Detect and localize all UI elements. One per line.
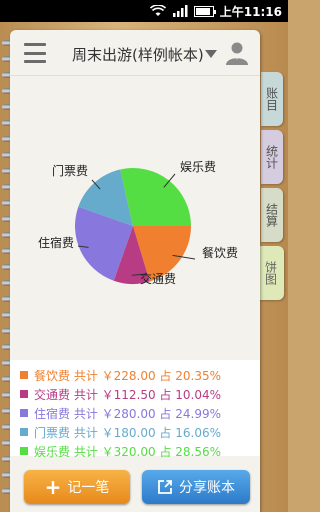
battery-icon (193, 5, 216, 17)
share-button[interactable]: 分享账本 (142, 470, 250, 504)
legend-swatch (20, 428, 28, 436)
legend-swatch (20, 371, 28, 379)
share-icon (158, 480, 172, 494)
tab-statistics[interactable]: 统计 (261, 130, 283, 184)
pie-slice-label: 住宿费 (38, 235, 74, 250)
summary-row-text: 娱乐费 共计 ￥320.00 占 28.56% (34, 444, 222, 459)
summary-row: 餐饮费 共计 ￥228.00 占 20.35% (20, 366, 221, 384)
tab-settlement[interactable]: 结算 (261, 188, 283, 242)
summary-row: 门票费 共计 ￥180.00 占 16.06% (20, 423, 221, 441)
book-title[interactable]: 周末出游(样例帐本) (72, 44, 204, 65)
legend-swatch (20, 390, 28, 398)
summary-row-text: 门票费 共计 ￥180.00 占 16.06% (34, 425, 222, 440)
menu-icon[interactable] (24, 43, 46, 63)
summary-row: 娱乐费 共计 ￥320.00 占 28.56% (20, 442, 221, 460)
pie-slice-label: 门票费 (52, 163, 88, 178)
user-icon[interactable] (224, 40, 250, 66)
page-header: 周末出游(样例帐本) (10, 30, 260, 76)
wifi-icon (149, 5, 166, 16)
tab-pie-chart[interactable]: 饼图 (258, 246, 284, 300)
pie-slice-label: 交通费 (140, 271, 176, 286)
status-time: 上午11:16 (219, 4, 282, 19)
summary-row: 交通费 共计 ￥112.50 占 10.04% (20, 385, 221, 403)
record-button[interactable]: + 记一笔 (24, 470, 130, 504)
status-bar: 上午11:16 (0, 0, 288, 22)
chevron-down-icon[interactable] (205, 50, 217, 58)
record-button-label: 记一笔 (67, 480, 110, 496)
pie-slice-label: 餐饮费 (202, 245, 238, 260)
tab-accounts[interactable]: 账目 (261, 72, 283, 126)
notebook-page: 周末出游(样例帐本) 餐饮费交通费 住宿费 门票费 娱乐费 餐饮费 共计 ￥228.0… (10, 30, 260, 512)
legend-swatch (20, 409, 28, 417)
pie-chart-svg: 餐饮费交通费 住宿费 门票费 娱乐费 (38, 160, 238, 286)
legend-swatch (20, 447, 28, 455)
summary-row: 住宿费 共计 ￥280.00 占 24.99% (20, 404, 221, 422)
signal-icon (172, 5, 188, 17)
share-button-label: 分享账本 (179, 480, 235, 496)
summary-row-text: 住宿费 共计 ￥280.00 占 24.99% (34, 406, 222, 421)
summary-row-text: 交通费 共计 ￥112.50 占 10.04% (34, 387, 222, 402)
summary-list: 餐饮费 共计 ￥228.00 占 20.35% 交通费 共计 ￥112.50 占 … (10, 360, 260, 459)
plus-icon: + (44, 475, 62, 499)
pie-chart: 餐饮费交通费 住宿费 门票费 娱乐费 (10, 77, 260, 357)
summary-row-text: 餐饮费 共计 ￥228.00 占 20.35% (34, 368, 222, 383)
pie-slice-label: 娱乐费 (180, 160, 216, 174)
